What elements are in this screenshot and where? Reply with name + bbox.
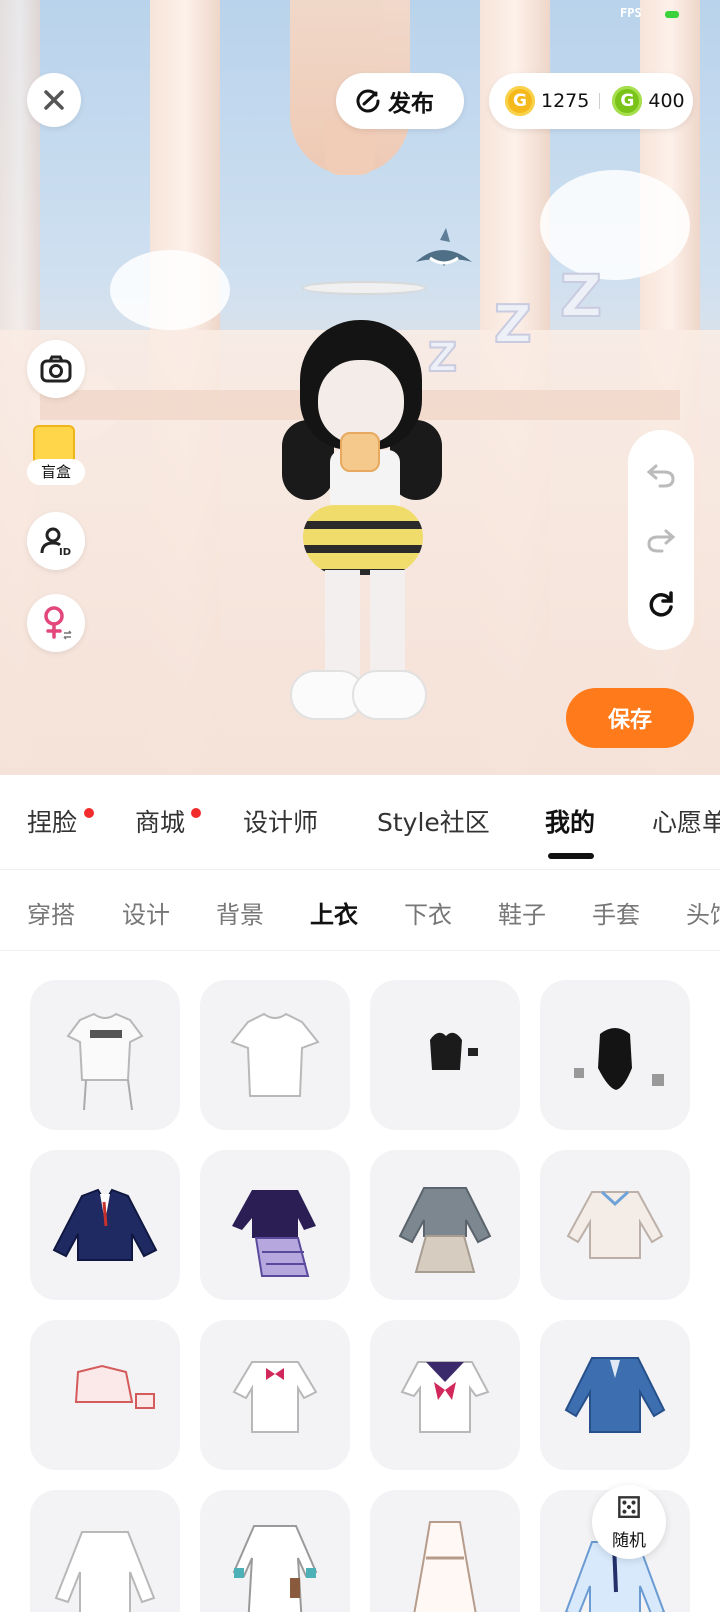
female-gender-icon: [44, 606, 72, 640]
white-cardigan-icon: [566, 1190, 664, 1259]
random-button[interactable]: ⚄ 随机: [592, 1485, 666, 1559]
tab-shop[interactable]: 商城: [135, 803, 185, 839]
clothing-item[interactable]: [200, 980, 350, 1130]
halo: [302, 281, 426, 295]
reset-button[interactable]: [644, 588, 678, 622]
clothing-item[interactable]: [540, 1150, 690, 1300]
clothing-item[interactable]: [540, 1320, 690, 1470]
redo-button[interactable]: [644, 523, 678, 557]
clothing-item[interactable]: [30, 1150, 180, 1300]
white-belted-dress-icon: [232, 1525, 318, 1612]
clothing-item[interactable]: [540, 980, 690, 1130]
camera-button[interactable]: [27, 340, 85, 398]
tab-outfit[interactable]: 穿搭: [27, 895, 75, 930]
clothing-item[interactable]: [370, 1490, 520, 1612]
camera-icon: [40, 355, 72, 383]
blind-box-label: 盲盒: [27, 459, 85, 485]
clothing-item[interactable]: [200, 1490, 350, 1612]
history-panel: [628, 430, 694, 650]
long-white-dress-icon: [413, 1521, 477, 1612]
white-tshirt-icon: [230, 1012, 320, 1097]
green-coin-icon: G: [612, 86, 643, 116]
gold-coin-icon: G: [505, 86, 535, 116]
tab-style-community[interactable]: Style社区: [377, 803, 490, 839]
fps-label: FPS: [620, 6, 642, 20]
black-bodysuit-icon: [574, 1028, 664, 1090]
grey-uniform-dress-icon: [398, 1187, 492, 1273]
gender-switch-button[interactable]: [27, 594, 85, 652]
clothing-item[interactable]: [200, 1150, 350, 1300]
clothing-item[interactable]: [370, 980, 520, 1130]
sleep-z-icon: Z: [493, 294, 533, 356]
white-blouse-icon: [54, 1531, 156, 1612]
active-tab-indicator: [548, 853, 594, 859]
clothing-item[interactable]: [30, 1490, 180, 1612]
save-button[interactable]: 保存: [566, 688, 694, 748]
main-tab-bar: 捏脸 商城 设计师 Style社区 我的 心愿单: [0, 775, 720, 870]
category-tab-bar: 穿搭 设计 背景 上衣 下衣 鞋子 手套 头饰: [0, 871, 720, 951]
sleep-z-icon: Z: [559, 261, 603, 331]
purple-plaid-dress-icon: [232, 1190, 316, 1277]
publish-label: 发布: [388, 91, 434, 117]
tab-mine[interactable]: 我的: [545, 803, 595, 839]
tab-badge: [191, 808, 201, 818]
cloud: [110, 250, 230, 330]
tab-badge: [84, 808, 94, 818]
random-label: 随机: [612, 1530, 646, 1551]
clothing-item[interactable]: [30, 980, 180, 1130]
undo-icon: [646, 464, 675, 488]
clothing-item[interactable]: [370, 1150, 520, 1300]
tab-face-edit[interactable]: 捏脸: [27, 803, 77, 839]
tab-wishlist[interactable]: 心愿单: [652, 803, 720, 839]
clothing-item[interactable]: [370, 1320, 520, 1470]
avatar-preview-scene[interactable]: FPS Z Z Z 发布 G 1275 G 400 盲盒 ID 保存: [0, 0, 720, 775]
close-button[interactable]: [27, 73, 81, 127]
blue-jacket-icon: [564, 1357, 666, 1433]
green-coin-count: 400: [648, 90, 685, 112]
sailor-shirt-icon: [400, 1361, 490, 1433]
sleep-z-icon: Z: [427, 334, 458, 382]
dice-icon: ⚄: [615, 1490, 643, 1526]
avatar-bee-skirt: [303, 505, 423, 575]
reset-icon: [649, 591, 673, 617]
publish-icon: [356, 89, 380, 113]
tab-design[interactable]: 设计: [122, 895, 170, 930]
white-graphic-tee-icon: [66, 1012, 144, 1111]
navy-blazer-icon: [52, 1188, 158, 1261]
avatar-slipper: [352, 670, 427, 720]
avatar-id-button[interactable]: ID: [27, 512, 85, 570]
publish-button[interactable]: 发布: [336, 73, 464, 129]
toast-cat-accessory: [340, 432, 380, 472]
close-icon: [44, 90, 64, 110]
currency-display[interactable]: G 1275 G 400: [489, 73, 693, 129]
clothing-item[interactable]: [200, 1320, 350, 1470]
tab-headwear[interactable]: 头饰: [686, 895, 720, 930]
tab-designer[interactable]: 设计师: [243, 803, 318, 839]
tab-tops[interactable]: 上衣: [310, 895, 358, 930]
tab-bottoms[interactable]: 下衣: [404, 895, 452, 930]
svg-text:ID: ID: [59, 547, 71, 557]
avatar-id-icon: ID: [40, 527, 71, 557]
tab-shoes[interactable]: 鞋子: [498, 895, 546, 930]
blind-box-button[interactable]: 盲盒: [27, 425, 85, 493]
redo-icon: [647, 529, 676, 553]
undo-button[interactable]: [644, 458, 678, 492]
shark-accessory-icon: [416, 228, 472, 266]
clothing-item[interactable]: [30, 1320, 180, 1470]
pink-crop-top-icon: [74, 1364, 155, 1409]
currency-divider: [599, 93, 601, 109]
tab-background[interactable]: 背景: [216, 895, 264, 930]
fps-indicator: [665, 11, 679, 18]
avatar-legs: [325, 570, 405, 680]
gold-coin-count: 1275: [541, 90, 590, 112]
tab-gloves[interactable]: 手套: [592, 895, 640, 930]
white-bow-shirt-icon: [232, 1361, 318, 1433]
black-bow-top-icon: [430, 1032, 478, 1070]
